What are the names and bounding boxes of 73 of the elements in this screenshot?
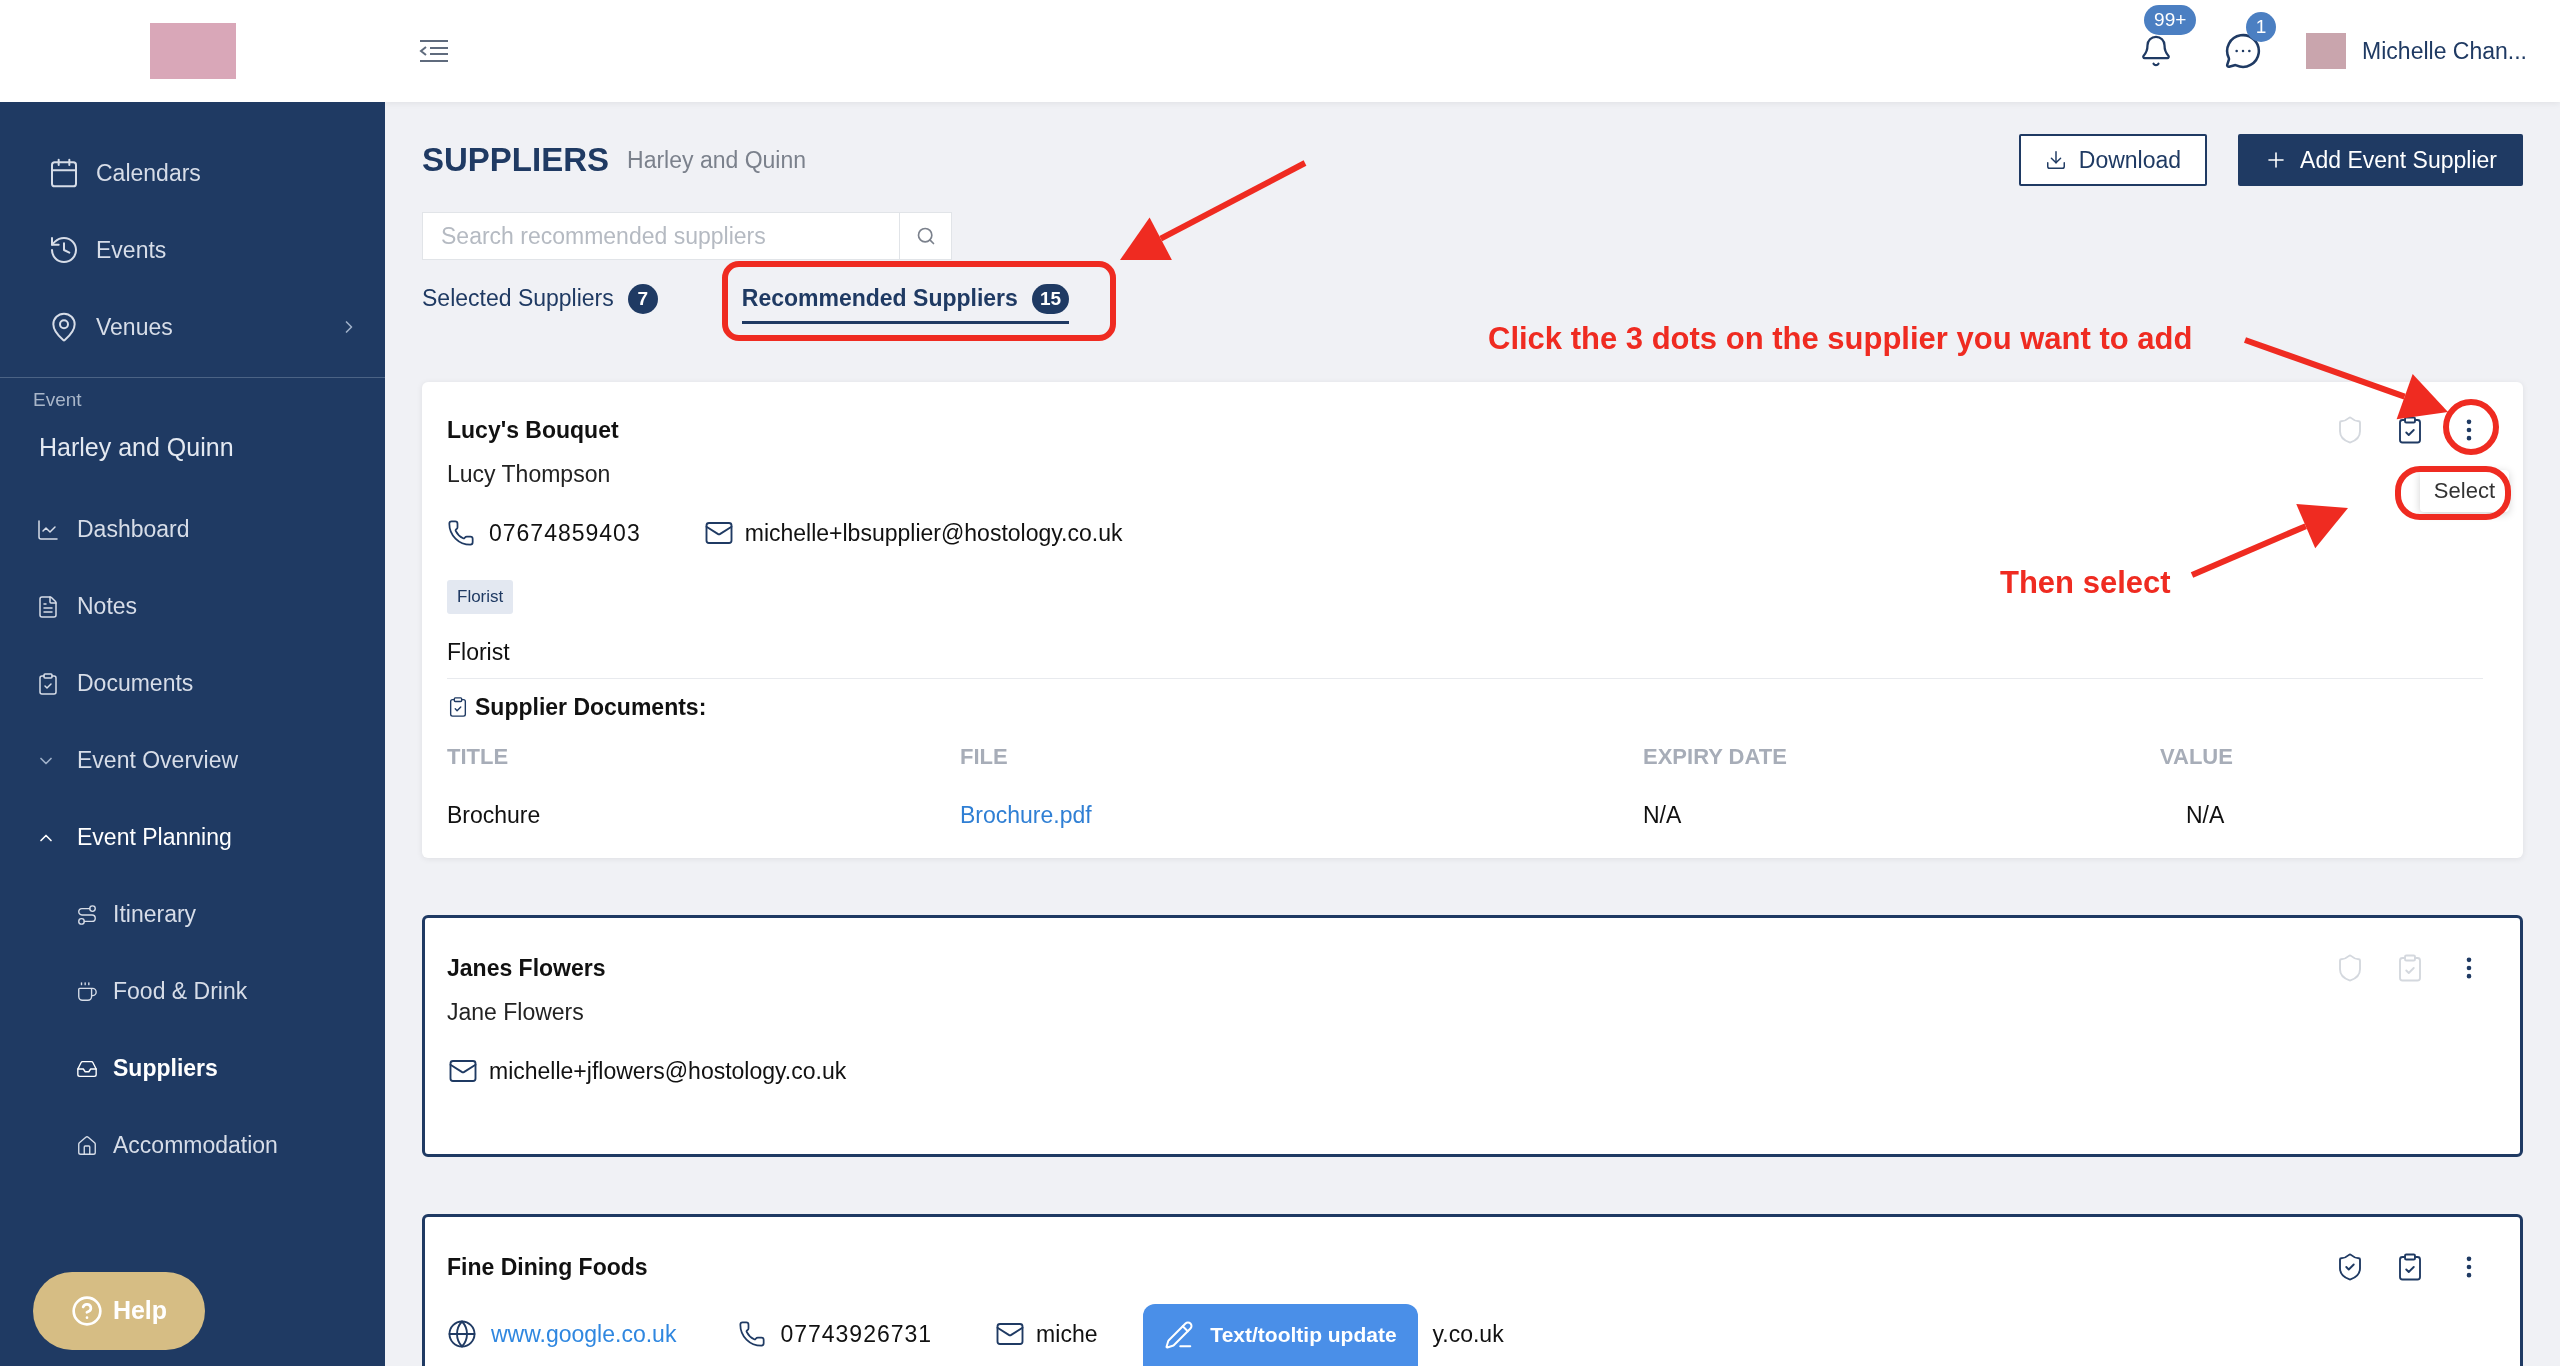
avatar [2306, 33, 2347, 69]
sidebar-item[interactable]: Event Overview [0, 722, 385, 799]
supplier-name: Fine Dining Foods [447, 1252, 648, 1282]
event-name: Harley and Quinn [38, 431, 235, 463]
sidebar-item[interactable]: Dashboard [0, 491, 385, 568]
supplier-name: Janes Flowers [447, 953, 606, 983]
notification-count: 99+ [2144, 5, 2197, 35]
select-menu-item[interactable]: Select [2427, 474, 2501, 508]
email-address: michelle+lbsupplier@hostology.co.uk [744, 518, 1123, 548]
annotation-text: Click the 3 dots on the supplier you want to add [1488, 320, 2193, 358]
column-header: VALUE [2160, 743, 2233, 771]
phone-number: 07743926731 [780, 1319, 933, 1349]
supplier-name: Lucy's Bouquet [447, 415, 619, 445]
message-count: 1 [2246, 12, 2277, 42]
phone-number: 07674859403 [489, 518, 641, 548]
clock-icon [48, 234, 80, 266]
cup-icon [76, 980, 98, 1003]
sidebar-subitem[interactable]: Accommodation [0, 1107, 385, 1184]
download-icon [2044, 149, 2067, 171]
user-name[interactable]: Michelle Chan... [2362, 33, 2527, 69]
sidebar-subitem[interactable]: Suppliers [0, 1030, 385, 1107]
route-icon [76, 903, 98, 926]
help-icon [70, 1295, 103, 1327]
email-address: miche [1036, 1319, 1098, 1349]
search-field[interactable]: Search recommended suppliers [422, 212, 900, 260]
sidebar-item[interactable]: Venues [0, 303, 385, 351]
table-cell-text: N/A [1643, 801, 1683, 829]
table-cell-text: N/A [2185, 801, 2226, 829]
collapse-menu-icon[interactable] [418, 39, 450, 63]
document-check-icon [447, 696, 469, 718]
section-label: Event [32, 388, 83, 412]
count-badge: 15 [1031, 283, 1069, 314]
sidebar-item[interactable]: Calendars [0, 149, 385, 197]
highlight-outline [2443, 399, 2499, 455]
email-address: michelle+jflowers@hostology.co.uk [489, 1056, 847, 1086]
annotation-text: Then select [2000, 564, 2171, 602]
tab[interactable]: Recommended Suppliers 15 [741, 276, 1069, 324]
phone-icon [447, 519, 475, 547]
calendar-icon [48, 157, 80, 189]
table-cell-text: Brochure [447, 801, 542, 829]
house-icon [76, 1134, 98, 1157]
file-link[interactable]: Brochure.pdf [960, 801, 1092, 829]
column-header: FILE [960, 743, 1009, 771]
add-supplier-button[interactable]: Add Event Supplier [2238, 134, 2523, 186]
column-header: EXPIRY DATE [1643, 743, 1788, 771]
document-icon [36, 594, 60, 619]
contact-name: Lucy Thompson [447, 460, 612, 488]
email-address: y.co.uk [1432, 1319, 1504, 1349]
chat-icon [2224, 32, 2263, 70]
count-badge: 7 [627, 283, 658, 314]
pencil-icon [1164, 1320, 1195, 1350]
sidebar-item[interactable]: Documents [0, 645, 385, 722]
category-text: Florist [447, 638, 511, 666]
search-button[interactable] [900, 212, 952, 260]
page-subtitle: Harley and Quinn [627, 145, 807, 175]
phone-icon [738, 1320, 767, 1348]
sidebar-subitem[interactable]: Itinerary [0, 876, 385, 953]
contact-name: Jane Flowers [447, 998, 585, 1026]
sidebar-subitem[interactable]: Food & Drink [0, 953, 385, 1030]
sidebar-item[interactable]: Events [0, 226, 385, 274]
chart-icon [36, 517, 60, 542]
document-check-icon [36, 671, 60, 696]
search-icon[interactable] [915, 226, 936, 246]
category-tag: Florist [447, 580, 514, 614]
download-button[interactable]: Download [2018, 134, 2208, 186]
page-title: SUPPLIERS [422, 140, 610, 181]
globe-icon [447, 1319, 477, 1349]
sidebar-item[interactable]: Notes [0, 568, 385, 645]
column-header: TITLE [447, 743, 510, 771]
tab[interactable]: Selected Suppliers 7 [422, 276, 658, 324]
website-link[interactable]: www.google.co.uk [491, 1316, 677, 1352]
sidebar-item[interactable]: Event Planning [0, 799, 385, 876]
documents-heading: Supplier Documents: [475, 692, 707, 722]
